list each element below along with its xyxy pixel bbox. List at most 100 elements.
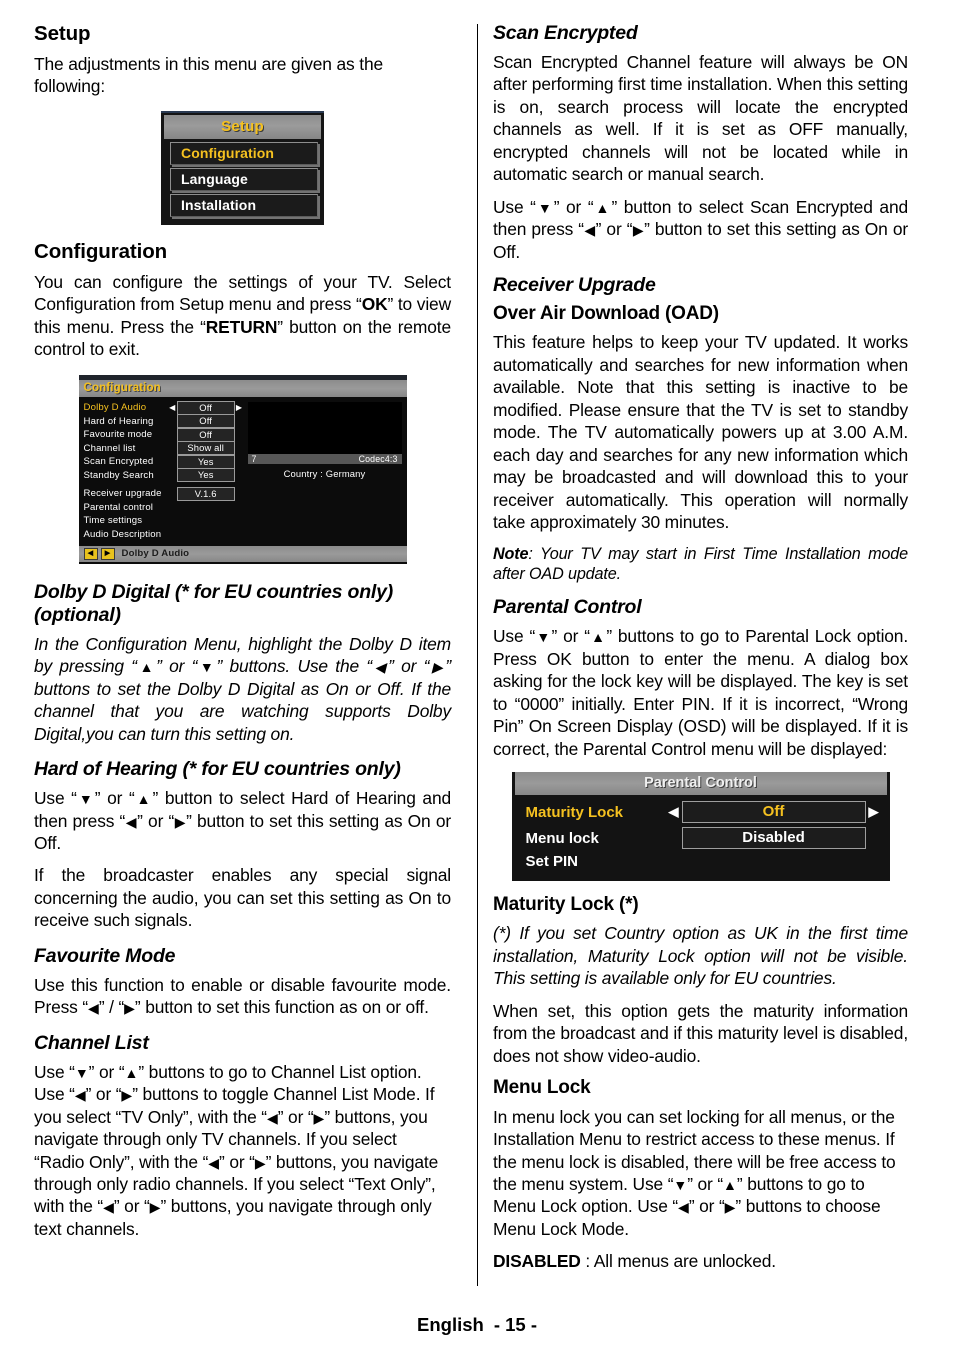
left-arrow-icon: ◀ (266, 1109, 278, 1126)
favourite-mode-heading: Favourite Mode (34, 944, 176, 967)
pc-text-a: Use “ (493, 626, 536, 647)
config-label-receiver-upgrade: Receiver upgrade (83, 488, 162, 500)
dolby-d-digital-paragraph: In the Configuration Menu, highlight the… (34, 633, 451, 745)
config-osd-footer-text: Dolby D Audio (121, 548, 190, 560)
chl-text-d: ” or “ (85, 1084, 122, 1105)
config-value-dolby-d-audio: Off (176, 400, 235, 415)
left-arrow-icon: ◀ (88, 1000, 99, 1017)
chl-text-b: ” or “ (88, 1061, 125, 1082)
parental-osd-title: Parental Control (514, 772, 887, 796)
config-value-hard-of-hearing: Off (176, 414, 235, 429)
config-row-dolby-d-audio: Dolby D Audio ◀ Off ▶ (84, 400, 244, 415)
down-arrow-icon: ▼ (197, 659, 217, 676)
config-label-time-settings: Time settings (83, 515, 143, 527)
config-value-scan-encrypted: Yes (176, 454, 235, 469)
right-arrow-icon: ▶ (124, 1000, 135, 1017)
right-arrow-icon: ▶ (313, 1109, 325, 1126)
left-caret-icon: ◀ (169, 402, 176, 412)
page-footer: English - 15 - (0, 1314, 954, 1336)
setup-intro: The adjustments in this menu are given a… (34, 53, 383, 97)
scan-text-d: ” or “ (595, 219, 633, 240)
video-preview (247, 401, 402, 454)
left-arrow-icon: ◀ (583, 222, 596, 239)
parental-value-menu-lock: Disabled (681, 827, 866, 850)
dolby-text-d: ” or “ (388, 656, 430, 677)
down-arrow-icon: ▼ (535, 629, 552, 646)
down-arrow-icon: ▼ (74, 1064, 89, 1081)
setup-heading: Setup (34, 22, 91, 45)
preview-status-bar: 7 Codec4:3 (247, 453, 402, 464)
config-row-favourite-mode: Favourite mode Off (84, 427, 244, 442)
dolby-d-digital-heading: Dolby D Digital (* for EU countries only… (34, 580, 394, 626)
channel-list-heading: Channel List (34, 1031, 149, 1054)
right-arrow-icon: ▶ (632, 222, 645, 239)
config-row-hard-of-hearing: Hard of Hearing Off (84, 414, 244, 429)
config-value-channel-list: Show all (176, 441, 235, 456)
ml-text-d: ” or “ (688, 1196, 725, 1217)
maturity-lock-note: (*) If you set Country option as UK in t… (493, 923, 908, 989)
config-osd-footer: ◀ ▶ Dolby D Audio (78, 545, 407, 562)
config-label-standby-search: Standby Search (83, 469, 154, 481)
chl-text-j: ” or “ (113, 1196, 150, 1217)
up-arrow-icon: ▲ (134, 791, 153, 808)
over-air-download-heading: Over Air Download (OAD) (493, 303, 719, 325)
config-row-parental-control: Parental control (84, 500, 244, 514)
configuration-paragraph: You can configure the settings of your T… (34, 271, 451, 361)
menu-lock-paragraph: In menu lock you can set locking for all… (493, 1106, 908, 1241)
dolby-text-c: ” buttons. Use the “ (216, 656, 372, 677)
scan-encrypted-heading: Scan Encrypted (493, 22, 638, 44)
receiver-upgrade-heading: Receiver Upgrade (493, 274, 656, 297)
fav-text-c: ” button to set this function as on or o… (134, 997, 429, 1018)
config-row-receiver-upgrade: Receiver upgrade V.1.6 (83, 486, 244, 501)
chl-text-f: ” or “ (277, 1106, 314, 1127)
right-caret-icon: ▶ (235, 402, 243, 412)
scan-text-a: Use “ (493, 196, 536, 217)
config-row-scan-encrypted: Scan Encrypted Yes (84, 454, 244, 469)
column-divider (477, 24, 478, 1286)
over-air-download-paragraph: This feature helps to keep your TV updat… (493, 332, 908, 533)
config-osd-preview-pane: 7 Codec4:3 Country : Germany (244, 401, 407, 541)
right-arrow-icon: ▶ (174, 813, 187, 830)
config-return-bold: RETURN (205, 316, 278, 337)
left-caret-icon: ◀ (668, 804, 679, 820)
setup-osd-title: Setup (164, 115, 321, 140)
chl-text-a: Use “ (34, 1061, 75, 1082)
disabled-definition: DISABLED : All menus are unlocked. (493, 1250, 908, 1272)
up-arrow-icon: ▲ (723, 1176, 737, 1193)
favourite-mode-paragraph: Use this function to enable or disable f… (34, 974, 451, 1019)
right-key-icon: ▶ (100, 547, 115, 560)
right-arrow-icon: ▶ (149, 1199, 161, 1216)
preview-channel-number: 7 (251, 453, 257, 464)
parental-control-heading: Parental Control (493, 596, 642, 619)
scan-encrypted-paragraph-1: Scan Encrypted Channel feature will alwa… (493, 52, 908, 185)
scan-text-b: ” or “ (553, 196, 594, 217)
hoh-text-a: Use “ (34, 788, 77, 809)
ml-text-b: ” or “ (687, 1173, 724, 1194)
disabled-body: : All menus are unlocked. (580, 1251, 776, 1272)
hard-of-hearing-heading: Hard of Hearing (* for EU countries only… (34, 758, 401, 781)
config-row-channel-list: Channel list Show all (83, 441, 244, 456)
up-arrow-icon: ▲ (589, 629, 607, 646)
config-value-favourite-mode: Off (176, 427, 235, 442)
parental-control-paragraph: Use “▼” or “▲” buttons to go to Parental… (493, 625, 908, 760)
left-arrow-icon: ◀ (678, 1199, 689, 1216)
left-arrow-icon: ◀ (74, 1087, 86, 1104)
config-ok-bold: OK (361, 294, 388, 315)
parental-row-set-pin: Set PIN (512, 851, 890, 873)
config-label-audio-description: Audio Description (83, 528, 162, 540)
parental-control-osd-image: Parental Control Maturity Lock ◀ Off ▶ M… (511, 772, 890, 882)
parental-label-menu-lock: Menu lock (525, 829, 599, 847)
hoh-text-b: ” or “ (94, 788, 135, 809)
pc-text-b: ” or “ (551, 626, 591, 647)
config-label-parental-control: Parental control (83, 501, 154, 513)
hard-of-hearing-paragraph-2: If the broadcaster enables any special s… (34, 865, 451, 931)
up-arrow-icon: ▲ (124, 1064, 139, 1081)
config-value-receiver-upgrade: V.1.6 (176, 486, 235, 501)
parental-value-maturity-lock: Off (681, 801, 866, 824)
right-arrow-icon: ▶ (724, 1199, 736, 1216)
config-osd-title: Configuration (78, 379, 407, 397)
dolby-text-b: ” or “ (156, 656, 198, 677)
right-arrow-icon: ▶ (121, 1087, 133, 1104)
config-label-channel-list: Channel list (83, 442, 136, 454)
parental-label-maturity-lock: Maturity Lock (525, 803, 624, 821)
